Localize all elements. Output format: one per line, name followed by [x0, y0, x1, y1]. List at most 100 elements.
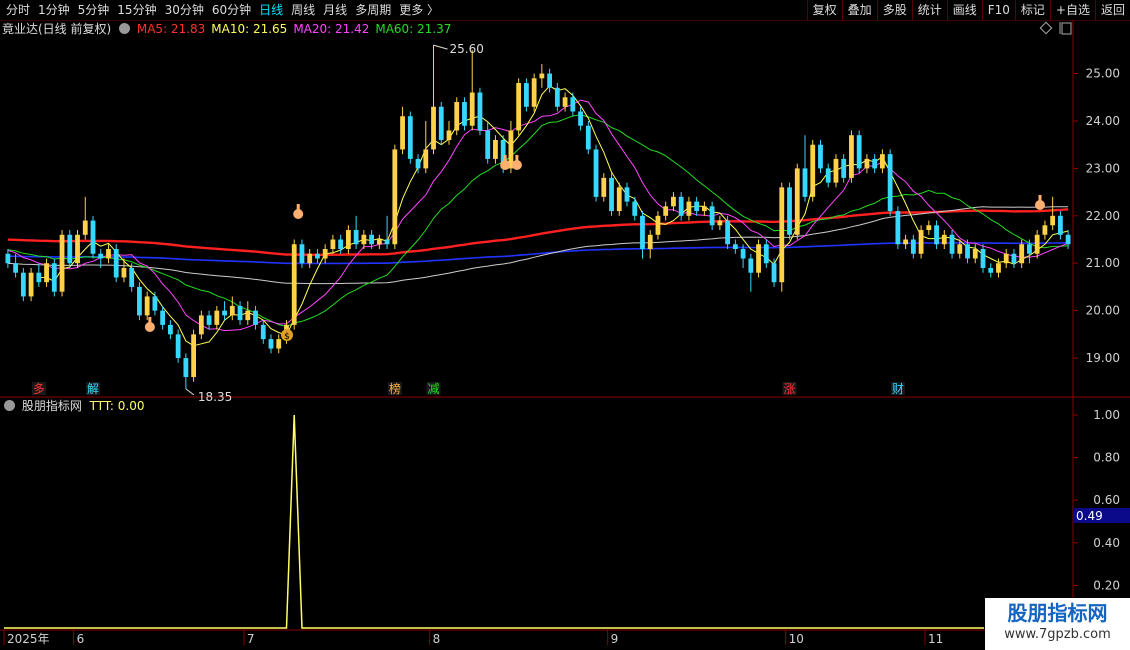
candle-body [640, 215, 645, 250]
candle-body [137, 286, 142, 316]
high-pointer [433, 44, 448, 50]
candle-body [469, 92, 475, 126]
candle-body [965, 244, 970, 259]
candle-body [400, 116, 405, 150]
candle-body [276, 339, 282, 349]
event-marker: 解 [87, 382, 99, 396]
ma10-line [38, 85, 1069, 347]
ma120-line [7, 208, 1069, 257]
candle-body [36, 272, 42, 283]
candle-body [291, 244, 297, 325]
candle-body [996, 263, 1001, 273]
candle-body [910, 239, 916, 254]
event-marker: 多 [33, 382, 45, 396]
candle-body [51, 263, 57, 292]
hand-pointer-icon [296, 204, 300, 211]
candle-body [732, 244, 738, 250]
candle-body [763, 244, 769, 264]
candle-body [771, 263, 777, 283]
candle-body [415, 158, 421, 169]
candle-body [578, 111, 583, 126]
candle-body [431, 106, 436, 150]
candle-body [663, 206, 669, 216]
candle-body [516, 83, 522, 131]
watermark-box: 股朋指标网 www.7gpzb.com [985, 598, 1130, 650]
candle-body [175, 334, 181, 359]
candle-body [462, 102, 467, 126]
month-label: 7 [247, 632, 255, 646]
price-tick-label: 23.00 [1086, 161, 1120, 175]
candle-body [616, 187, 622, 212]
candle-body [90, 220, 96, 254]
candle-body [879, 154, 885, 169]
watermark-title: 股朋指标网 [1007, 601, 1108, 625]
candle-body [1011, 253, 1017, 264]
candle-body [632, 201, 638, 216]
candle-body [384, 239, 390, 245]
candle-body [701, 206, 707, 212]
candle-body [307, 253, 313, 264]
candle-body [106, 249, 111, 259]
candle-body [268, 339, 274, 349]
candle-body [206, 315, 212, 325]
price-tick-label: 24.00 [1086, 114, 1120, 128]
hand-pointer-icon [515, 155, 519, 162]
candle-body [756, 244, 761, 273]
high-label: 25.60 [450, 42, 484, 56]
value-badge-label: 0.49 [1076, 509, 1103, 523]
candle-body [887, 154, 893, 212]
candle-body [237, 305, 243, 321]
price-tick-label: 21.00 [1086, 256, 1120, 270]
candle-body [872, 158, 878, 169]
candle-body [438, 106, 444, 140]
candle-body [392, 149, 398, 245]
candle-body [260, 324, 266, 340]
candle-body [183, 358, 189, 378]
candle-body [818, 144, 823, 169]
candle-body [361, 234, 367, 245]
month-label: 10 [789, 632, 804, 646]
candle-body [353, 230, 359, 245]
candle-body [593, 149, 599, 197]
candle-body [825, 168, 831, 183]
candle-body [1034, 234, 1040, 254]
candle-body [531, 78, 537, 107]
indicator-tick-label: 0.40 [1093, 536, 1120, 550]
candle-body [13, 263, 19, 273]
candle-body [833, 158, 839, 183]
low-label: 18.35 [198, 390, 232, 404]
candle-body [1057, 215, 1063, 235]
candle-body [1065, 234, 1071, 245]
candle-body [338, 239, 344, 250]
candle-body [725, 220, 731, 245]
indicator-tick-label: 1.00 [1093, 408, 1120, 422]
candle-body [20, 272, 26, 297]
month-label: 6 [77, 632, 85, 646]
candle-body [547, 73, 553, 88]
event-marker: 榜 [389, 381, 401, 396]
candle-body [539, 73, 545, 79]
candle-body [98, 253, 104, 259]
money-bag-glyph: $ [284, 332, 290, 342]
price-tick-label: 25.00 [1086, 67, 1120, 81]
kline-chart[interactable]: 25.00 24.00 23.00 22.00 21.00 20.00 19.00 1.00 0… [0, 0, 1130, 650]
candle-body [856, 135, 862, 169]
window-icon [1061, 22, 1072, 35]
candle-body [748, 258, 754, 273]
candle-body [322, 249, 328, 259]
candle-body [446, 130, 452, 140]
candle-body [686, 201, 692, 216]
hand-pointer-icon [148, 317, 152, 324]
candle-body [493, 139, 498, 159]
candle-body [1027, 244, 1032, 254]
hand-pointer-icon [1038, 195, 1042, 202]
candle-body [1050, 215, 1056, 226]
indicator-tick-label: 0.80 [1093, 451, 1120, 465]
candle-body [376, 239, 382, 245]
month-label: 8 [433, 632, 441, 646]
candle-body [152, 296, 158, 311]
candle-body [895, 211, 901, 245]
candle-body [562, 97, 568, 107]
candle-body [222, 310, 227, 316]
diamond-icon [1039, 21, 1053, 35]
